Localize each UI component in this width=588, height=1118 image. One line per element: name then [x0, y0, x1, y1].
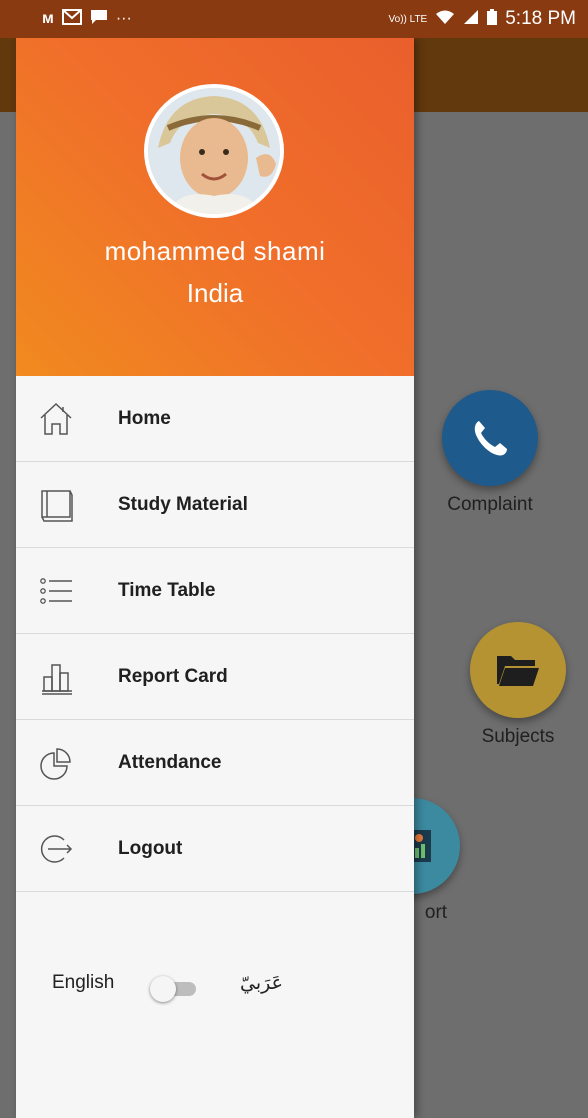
phone-icon: [442, 390, 538, 486]
list-icon: [36, 571, 76, 611]
status-bar: ᴍ ··· Vo)) LTE 5:18 PM: [0, 0, 588, 38]
menu-item-attendance[interactable]: Attendance: [16, 720, 414, 806]
tile-complaint[interactable]: Complaint: [442, 390, 538, 516]
message-icon: [90, 9, 108, 30]
menu-item-label: Attendance: [118, 751, 222, 773]
menu-item-label: Report Card: [118, 665, 228, 687]
status-left: ᴍ ···: [42, 8, 132, 30]
menu-item-label: Home: [118, 407, 171, 429]
volte-icon: Vo)) LTE: [388, 13, 428, 25]
menu-item-label: Logout: [118, 837, 183, 859]
menu-item-time-table[interactable]: Time Table: [16, 548, 414, 634]
logout-icon: [36, 829, 76, 869]
language-arabic-label: عَرَبيّ: [240, 972, 283, 994]
toggle-thumb: [150, 976, 176, 1002]
user-name: mohammed shami: [104, 236, 326, 266]
tile-subjects[interactable]: Subjects: [470, 622, 566, 748]
tile-label: Subjects: [481, 726, 555, 747]
m-icon: ᴍ: [42, 10, 54, 27]
mail-icon: [61, 8, 82, 30]
menu-item-study-material[interactable]: Study Material: [16, 462, 414, 548]
language-english-label: English: [52, 972, 115, 993]
book-icon: [36, 485, 76, 525]
more-icon: ···: [115, 10, 132, 27]
wifi-icon: [435, 9, 455, 30]
user-country: India: [186, 278, 244, 308]
folder-icon: [470, 622, 566, 718]
tile-label: Complaint: [447, 494, 533, 515]
bar-chart-icon: [36, 657, 76, 697]
menu-item-label: Study Material: [118, 493, 248, 515]
menu-item-logout[interactable]: Logout: [16, 806, 414, 892]
status-right: Vo)) LTE 5:18 PM: [389, 8, 576, 30]
navigation-drawer: mohammed shami India Home Study Material…: [16, 38, 414, 1118]
language-switcher: English عَرَبيّ: [16, 968, 414, 1008]
battery-icon: [487, 8, 498, 30]
menu-item-home[interactable]: Home: [16, 376, 414, 462]
pie-chart-icon: [36, 743, 76, 783]
avatar[interactable]: [144, 84, 284, 218]
drawer-header: mohammed shami India: [16, 38, 414, 376]
signal-icon: [463, 9, 479, 30]
menu-item-label: Time Table: [118, 579, 216, 601]
status-time: 5:18 PM: [505, 8, 576, 29]
drawer-menu: Home Study Material Time Table Report Ca…: [16, 376, 414, 892]
home-icon: [36, 399, 76, 439]
language-toggle[interactable]: [150, 976, 196, 1002]
menu-item-report-card[interactable]: Report Card: [16, 634, 414, 720]
